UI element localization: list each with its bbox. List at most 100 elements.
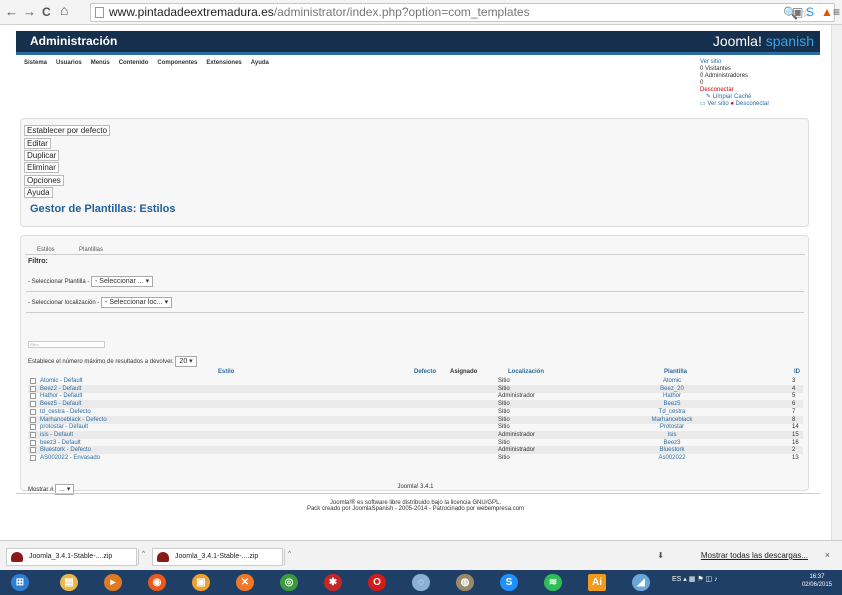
show-all-downloads-link[interactable]: Mostrar todas las descargas... — [701, 551, 808, 560]
chrome-icon: ◎ — [280, 574, 298, 591]
start-button[interactable]: ⊞ — [3, 572, 37, 593]
duplicate-button[interactable]: Duplicar — [24, 150, 60, 161]
download-item[interactable]: Joomla_3.4.1-Stable-....zip ^ — [152, 548, 291, 566]
set-default-button[interactable]: Establecer por defecto — [24, 125, 111, 136]
filter-heading: Filtro: — [28, 258, 48, 265]
row-checkbox[interactable] — [30, 431, 36, 438]
taskbar-opera[interactable]: O — [360, 572, 394, 593]
location-select[interactable]: - Seleccionar loc... ▾ — [101, 297, 173, 308]
page-viewport: Administración Joomla! spanish Sistema U… — [0, 25, 831, 540]
max-results-select[interactable]: 20 ▾ — [175, 356, 197, 367]
taskbar-gimp[interactable]: ◍ — [448, 572, 482, 593]
col-id[interactable]: ID — [794, 368, 800, 376]
home-button[interactable]: ⌂ — [60, 2, 68, 18]
row-checkbox[interactable] — [30, 455, 36, 461]
taskbar: ⊞ ▤ ▸ ◉ ▣ ✕ ◎ ✱ O ◌ ◍ S ≋ Ai ◢ ES ▴ ▦ ⚑ … — [0, 570, 842, 595]
forward-button[interactable]: → — [23, 4, 36, 20]
menu-item-usuarios[interactable]: Usuarios — [56, 60, 82, 66]
menu-item-ayuda[interactable]: Ayuda — [251, 60, 269, 66]
menu-item-extensiones[interactable]: Extensiones — [206, 60, 241, 66]
tab-plantillas[interactable]: Plantillas — [79, 247, 103, 253]
row-checkbox[interactable] — [30, 385, 36, 392]
menu-item-componentes[interactable]: Componentes — [157, 60, 197, 66]
taskbar-skype[interactable]: S — [492, 572, 526, 593]
style-location: Sitio — [498, 455, 510, 461]
address-bar[interactable]: www.pintadadeextremadura.es/administrato… — [90, 3, 835, 22]
menu-item-sistema[interactable]: Sistema — [24, 60, 47, 66]
page-icon — [95, 7, 104, 18]
browser-toolbar: ← → C ⌂ www.pintadadeextremadura.es/admi… — [0, 0, 842, 25]
edit-button[interactable]: Editar — [24, 138, 51, 149]
firefox-icon: ◉ — [148, 574, 166, 591]
row-checkbox[interactable] — [30, 424, 36, 431]
caret-icon[interactable]: ^ — [138, 549, 148, 565]
taskbar-app[interactable]: ◌ — [404, 572, 438, 593]
col-template[interactable]: Plantilla — [664, 368, 687, 376]
help-button[interactable]: Ayuda — [24, 187, 53, 198]
tab-estilos[interactable]: Estilos — [37, 247, 55, 253]
max-results-row: Establece el número máximo de resultados… — [28, 356, 197, 368]
skype-extension-icon[interactable]: S — [806, 6, 814, 18]
taskbar-xampp[interactable]: ✕ — [228, 572, 262, 593]
clear-cache-link[interactable]: Limpiar Caché — [713, 94, 752, 100]
reload-button[interactable]: C — [42, 4, 51, 20]
back-button[interactable]: ← — [5, 4, 18, 20]
media-player-icon: ▸ — [104, 574, 122, 591]
taskbar-illustrator[interactable]: Ai — [580, 572, 614, 593]
col-style[interactable]: Estilo — [218, 368, 234, 376]
close-icon[interactable]: × — [825, 550, 830, 560]
taskbar-chrome[interactable]: ◎ — [272, 572, 306, 593]
language-indicator[interactable]: ES — [672, 576, 681, 583]
delete-button[interactable]: Eliminar — [24, 162, 59, 173]
col-default[interactable]: Defecto — [414, 368, 436, 376]
page-scrollbar[interactable] — [831, 25, 842, 540]
caret-icon[interactable]: ^ — [284, 549, 294, 565]
download-item[interactable]: Joomla_3.4.1-Stable-....zip ^ — [6, 548, 145, 566]
taskbar-filezilla[interactable]: ✱ — [316, 572, 350, 593]
clock[interactable]: 16:37 02/06/2015 — [802, 573, 832, 589]
menu-icon[interactable]: ≡ — [833, 6, 840, 18]
taskbar-cs[interactable]: ▣ — [184, 572, 218, 593]
row-checkbox[interactable] — [30, 416, 36, 423]
max-results-value: 20 — [179, 358, 188, 365]
xampp-icon: ✕ — [236, 574, 254, 591]
col-location[interactable]: Localización — [508, 368, 544, 376]
logout-link[interactable]: Desconectar — [736, 101, 770, 107]
status-logout-short[interactable]: Desconectar — [700, 87, 734, 93]
row-checkbox[interactable] — [30, 408, 36, 415]
joomla-logo[interactable]: Joomla! spanish — [713, 33, 814, 49]
page-footer: Joomla! 3.4.1 Joomla!® es software libre… — [0, 484, 831, 512]
network-icon[interactable]: ▴ ▦ ⚑ ◫ ♪ — [683, 576, 717, 583]
taskbar-explorer[interactable]: ▤ — [52, 572, 86, 593]
taskbar-app2[interactable]: ◢ — [624, 572, 658, 593]
url-domain: www.pintadadeextremadura.es — [109, 5, 274, 19]
menu-item-menus[interactable]: Menús — [91, 60, 110, 66]
options-button[interactable]: Opciones — [24, 175, 64, 186]
main-menu: Sistema Usuarios Menús Contenido Compone… — [24, 60, 269, 66]
taskbar-media[interactable]: ▸ — [96, 572, 130, 593]
power-icon: ● — [730, 101, 734, 107]
view-site-link[interactable]: Ver sitio — [707, 101, 728, 107]
toolbar-panel: Establecer por defecto Editar Duplicar E… — [20, 118, 809, 227]
extension-icon[interactable]: ▣ — [792, 6, 803, 18]
style-name-link[interactable]: AS002022 - Envasado — [40, 454, 100, 462]
row-checkbox[interactable] — [30, 401, 36, 408]
row-checkbox[interactable] — [30, 378, 36, 384]
row-checkbox[interactable] — [30, 393, 36, 400]
divider — [26, 312, 804, 313]
template-select[interactable]: - Seleccionar ... ▾ — [91, 276, 154, 287]
search-input[interactable]: Filtro — [28, 341, 105, 348]
chart-extension-icon[interactable]: ▲ — [821, 6, 833, 18]
row-checkbox[interactable] — [30, 447, 36, 454]
row-checkbox[interactable] — [30, 439, 36, 446]
footer-credit: Pack creado por JoomlaSpanish - 2005-201… — [306, 506, 525, 512]
status-view-site[interactable]: Ver sitio — [700, 59, 721, 65]
divider — [26, 291, 804, 292]
status-module: Ver sitio 0 Visitantes 0 Administradores… — [700, 59, 820, 108]
col-assigned: Asignado — [450, 369, 478, 375]
taskbar-spotify[interactable]: ≋ — [536, 572, 570, 593]
menu-item-contenido[interactable]: Contenido — [119, 60, 149, 66]
system-tray: ES ▴ ▦ ⚑ ◫ ♪ — [672, 575, 718, 583]
taskbar-firefox[interactable]: ◉ — [140, 572, 174, 593]
style-template-link[interactable]: As002022 — [636, 454, 708, 462]
